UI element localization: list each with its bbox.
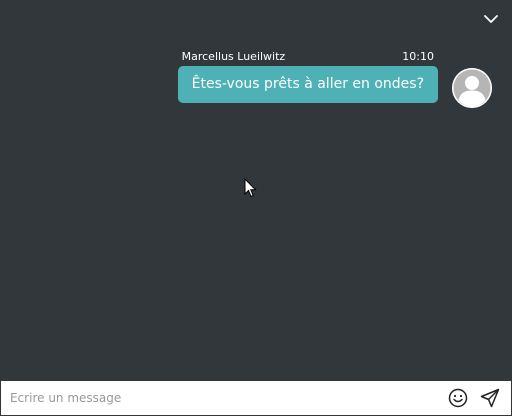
message-body: Marcellus Lueilwitz 10:10 Êtes-vous prêt… bbox=[177, 50, 438, 103]
chat-window: Marcellus Lueilwitz 10:10 Êtes-vous prêt… bbox=[0, 0, 512, 416]
message-item: Marcellus Lueilwitz 10:10 Êtes-vous prêt… bbox=[177, 50, 492, 108]
mouse-cursor-icon bbox=[244, 178, 257, 198]
default-user-avatar bbox=[452, 68, 492, 108]
smiley-icon bbox=[448, 388, 468, 408]
message-composer bbox=[1, 381, 511, 415]
message-time: 10:10 bbox=[402, 50, 434, 63]
paper-plane-icon bbox=[480, 388, 500, 408]
message-meta: Marcellus Lueilwitz 10:10 bbox=[178, 50, 438, 63]
avatar bbox=[452, 68, 492, 108]
send-button[interactable] bbox=[479, 387, 501, 409]
message-bubble: Êtes-vous prêts à aller en ondes? bbox=[177, 66, 438, 103]
emoji-button[interactable] bbox=[447, 387, 469, 409]
message-input[interactable] bbox=[1, 381, 447, 415]
message-author: Marcellus Lueilwitz bbox=[181, 50, 286, 63]
